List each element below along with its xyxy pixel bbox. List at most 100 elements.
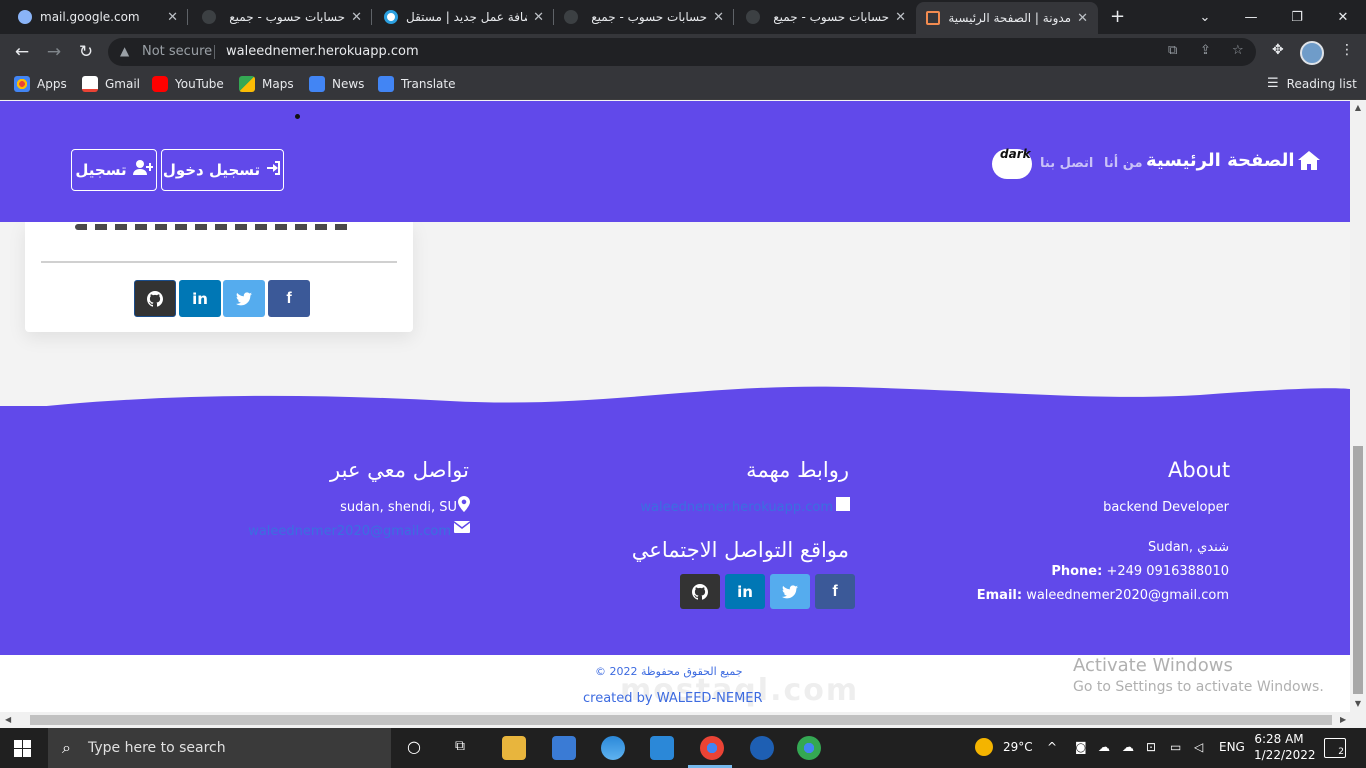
footer-twitter-button[interactable] (770, 574, 810, 609)
close-tab-icon[interactable]: ✕ (895, 10, 906, 25)
card-linkedin-button[interactable]: in (179, 280, 221, 317)
tab-mostaql[interactable]: إضافة عمل جديد | مستقل ✕ (374, 0, 554, 34)
battery-icon[interactable]: ▭ (1170, 740, 1181, 754)
login-button[interactable]: تسجيل دخول (161, 149, 284, 191)
footer-contact-email[interactable]: waleednemer2020@gmail.com (248, 524, 451, 539)
created-by-text: created by WALEED-NEMER (583, 691, 763, 706)
footer-github-button[interactable] (680, 574, 720, 609)
forward-button[interactable]: → (42, 40, 66, 64)
github-icon (147, 290, 163, 307)
tab-hsoub-3[interactable]: حسابات حسوب - جميع ✕ (736, 0, 916, 34)
url-text[interactable]: waleednemer.herokuapp.com (226, 44, 419, 59)
share-icon[interactable]: ⇪ (1200, 43, 1211, 58)
footer-facebook-button[interactable]: f (815, 574, 855, 609)
footer-site-link[interactable]: waleednemer.herokuapp.com (640, 500, 833, 515)
close-window-button[interactable]: ✕ (1320, 0, 1366, 34)
tab-hsoub-1[interactable]: حسابات حسوب - جميع ✕ (192, 0, 372, 34)
square-icon (836, 497, 850, 511)
login-label: تسجيل دخول (162, 161, 261, 179)
notification-center[interactable]: 2 (1324, 738, 1346, 758)
home-icon (1297, 151, 1320, 170)
chrome-icon[interactable] (700, 736, 724, 760)
clock[interactable]: 6:28 AM 1/22/2022 (1254, 732, 1316, 762)
maps-icon (239, 76, 255, 92)
card-text-cutoff (75, 222, 375, 234)
camera-icon[interactable]: ◙ (1075, 740, 1087, 754)
scroll-left-icon[interactable]: ◀ (5, 715, 11, 724)
menu-icon[interactable]: ⋮ (1340, 42, 1354, 58)
close-tab-icon[interactable]: ✕ (351, 10, 362, 25)
nav-contact-link[interactable]: اتصل بنا (1040, 156, 1093, 171)
translate-icon[interactable]: ⧉ (1168, 43, 1177, 58)
user-plus-icon (132, 160, 154, 180)
nav-brand[interactable]: الصفحة الرئيسية (1146, 150, 1320, 171)
close-tab-icon[interactable]: ✕ (1077, 11, 1088, 26)
chrome-icon[interactable] (797, 736, 821, 760)
reload-button[interactable]: ↻ (74, 40, 98, 64)
taskbar-search[interactable]: ⌕ Type here to search (48, 728, 391, 768)
bookmark-news[interactable]: News (309, 76, 364, 92)
security-label[interactable]: Not secure (142, 44, 212, 59)
bookmark-gmail[interactable]: Gmail (82, 76, 140, 92)
horizontal-scroll-thumb[interactable] (30, 715, 1332, 725)
card-github-button[interactable] (134, 280, 176, 317)
store-icon[interactable] (552, 736, 576, 760)
post-card: in f (25, 222, 413, 332)
tab-blog-active[interactable]: مدونة | الصفحة الرئيسية ✕ (916, 2, 1098, 34)
start-button[interactable] (14, 740, 31, 757)
browser-icon[interactable] (750, 736, 774, 760)
card-twitter-button[interactable] (223, 280, 265, 317)
bookmark-translate[interactable]: Translate (378, 76, 456, 92)
register-button[interactable]: تسجيل (71, 149, 157, 191)
cloud-icon[interactable]: ☁ (1098, 740, 1110, 754)
back-button[interactable]: ← (10, 40, 34, 64)
close-tab-icon[interactable]: ✕ (167, 10, 178, 25)
edge-icon[interactable] (601, 736, 625, 760)
bookmark-apps[interactable]: Apps (14, 76, 67, 92)
bookmark-star-icon[interactable]: ☆ (1232, 43, 1244, 58)
envelope-icon (454, 521, 470, 533)
hsoub-icon (746, 10, 760, 24)
new-tab-button[interactable]: + (1110, 6, 1125, 27)
gmail-icon (82, 76, 98, 92)
cortana-icon[interactable]: ○ (407, 737, 421, 756)
scroll-right-icon[interactable]: ▶ (1340, 715, 1346, 724)
close-tab-icon[interactable]: ✕ (533, 10, 544, 25)
vertical-scrollbar[interactable]: ▲ ▼ (1350, 101, 1366, 712)
chevron-up-icon[interactable]: ^ (1047, 740, 1057, 754)
tab-gmail[interactable]: mail.google.com ✕ (8, 0, 188, 34)
vertical-scroll-thumb[interactable] (1353, 446, 1363, 694)
scroll-up-icon[interactable]: ▲ (1353, 103, 1363, 113)
activate-windows-subtitle: Go to Settings to activate Windows. (1073, 679, 1324, 695)
bookmark-maps[interactable]: Maps (239, 76, 294, 92)
card-facebook-button[interactable]: f (268, 280, 310, 317)
network-icon[interactable]: ⊡ (1146, 740, 1156, 754)
weather-icon[interactable] (975, 738, 993, 756)
close-tab-icon[interactable]: ✕ (713, 10, 724, 25)
mail-icon[interactable] (650, 736, 674, 760)
address-bar[interactable]: ▲ Not secure waleednemer.herokuapp.com ⧉… (108, 38, 1256, 66)
minimize-button[interactable]: — (1228, 0, 1274, 34)
copyright-bar: mostaql.com © جميع الحقوق محفوظة 2022 cr… (0, 655, 1350, 712)
cloud-icon[interactable]: ☁ (1122, 740, 1134, 754)
reading-list[interactable]: ☰ Reading list (1267, 76, 1357, 91)
nav-about-link[interactable]: من أنا (1104, 156, 1143, 171)
restore-button[interactable]: ❐ (1274, 0, 1320, 34)
bookmark-youtube[interactable]: YouTube (152, 76, 224, 92)
file-explorer-icon[interactable] (502, 736, 526, 760)
profile-avatar[interactable] (1300, 41, 1324, 65)
translate-icon (378, 76, 394, 92)
warning-icon[interactable]: ▲ (120, 44, 134, 58)
brand-label: الصفحة الرئيسية (1146, 150, 1295, 171)
tab-hsoub-2[interactable]: حسابات حسوب - جميع ✕ (554, 0, 734, 34)
dark-mode-toggle[interactable]: dark (992, 147, 1032, 179)
footer-linkedin-button[interactable]: in (725, 574, 765, 609)
extensions-icon[interactable]: ✥ (1272, 42, 1284, 58)
scroll-down-icon[interactable]: ▼ (1353, 699, 1363, 709)
volume-icon[interactable]: ◁ (1194, 740, 1203, 754)
tab-search-button[interactable]: ⌄ (1182, 0, 1228, 34)
language-indicator[interactable]: ENG (1219, 740, 1245, 754)
weather-temp[interactable]: 29°C (1003, 740, 1033, 754)
horizontal-scrollbar[interactable]: ◀ ▶ (0, 712, 1366, 728)
task-view-icon[interactable]: ⧉ (455, 738, 465, 754)
